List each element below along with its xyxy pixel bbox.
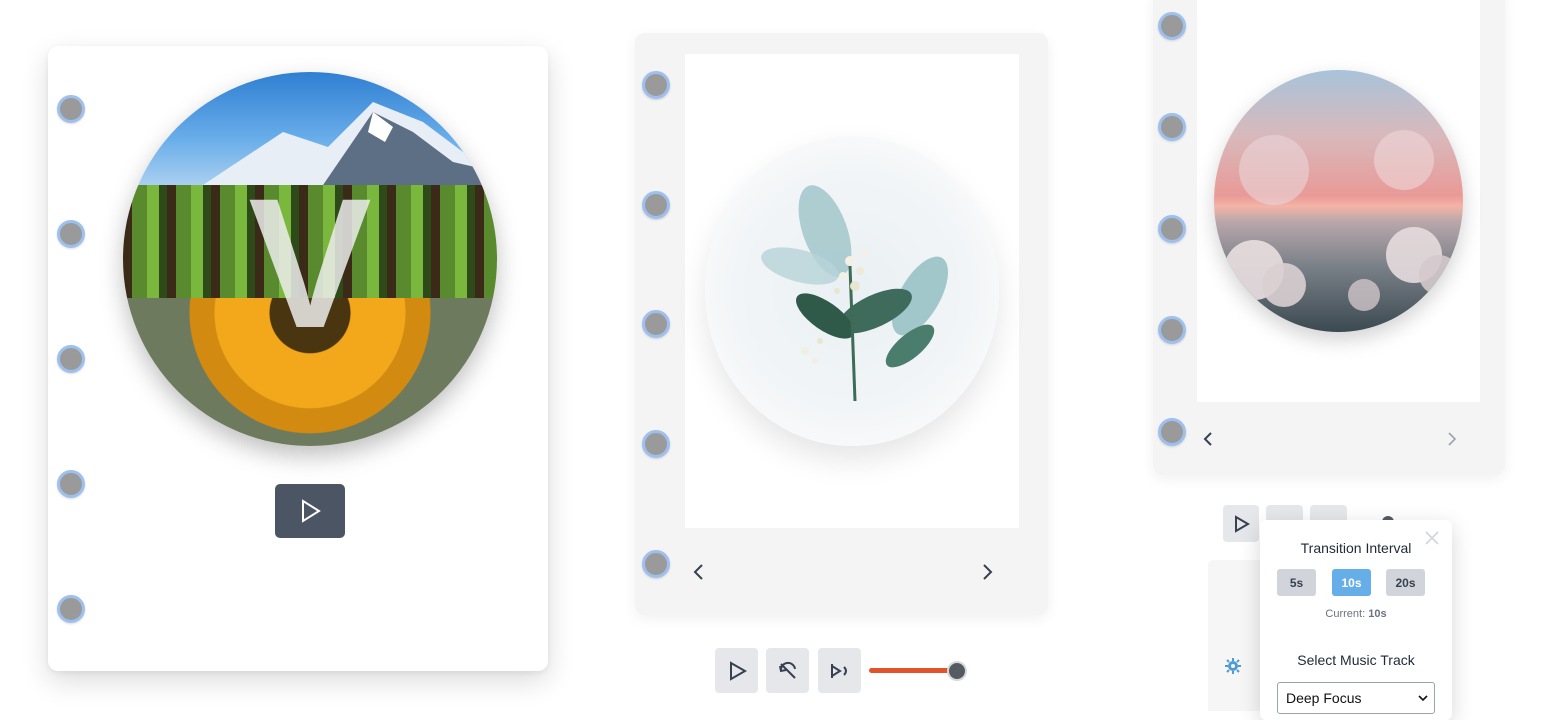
settings-button[interactable] xyxy=(1224,657,1242,680)
binder-ring xyxy=(57,595,85,623)
interval-option-5s[interactable]: 5s xyxy=(1277,569,1316,596)
chevron-right-icon xyxy=(1448,432,1457,446)
clouds-image xyxy=(1214,70,1463,332)
binder-ring xyxy=(57,220,85,248)
binder-ring xyxy=(642,191,670,219)
repeat-toggle-button[interactable] xyxy=(766,648,809,693)
photo-frame xyxy=(685,54,1019,528)
bouquet-image xyxy=(705,136,999,446)
current-interval-label: Current: xyxy=(1325,608,1366,620)
play-button[interactable] xyxy=(715,648,758,693)
binder-ring xyxy=(57,470,85,498)
monogram-letter: V xyxy=(248,161,372,367)
volume-slider-track[interactable] xyxy=(869,668,957,673)
current-interval: Current: 10s xyxy=(1260,608,1452,620)
binder-ring xyxy=(642,430,670,458)
shuffle-button[interactable] xyxy=(818,648,861,693)
previous-slide-button[interactable] xyxy=(1201,431,1215,452)
binder-ring xyxy=(1158,418,1186,446)
binder-ring xyxy=(1158,12,1186,40)
binder-ring xyxy=(642,550,670,578)
slideshow-card-collage: V xyxy=(48,46,548,671)
interval-option-10s[interactable]: 10s xyxy=(1332,569,1371,596)
chevron-left-icon xyxy=(1203,432,1212,446)
play-button[interactable] xyxy=(1223,505,1259,542)
play-button[interactable] xyxy=(275,484,345,538)
interval-option-20s[interactable]: 20s xyxy=(1386,569,1425,596)
repeat-off-icon xyxy=(778,661,796,679)
play-icon xyxy=(729,660,747,681)
chevron-left-icon xyxy=(693,564,703,580)
slideshow-card-bouquet xyxy=(635,33,1048,615)
binder-ring xyxy=(642,310,670,338)
binder-ring xyxy=(1158,215,1186,243)
gear-icon xyxy=(1225,658,1241,674)
previous-slide-button[interactable] xyxy=(691,563,707,586)
shuffle-icon xyxy=(830,663,847,678)
volume-slider-thumb[interactable] xyxy=(947,661,967,681)
next-slide-button[interactable] xyxy=(1445,431,1459,452)
selected-track: Deep Focus xyxy=(1286,690,1362,706)
slideshow-card-clouds xyxy=(1153,0,1505,475)
binder-ring xyxy=(1158,113,1186,141)
music-track-select[interactable]: Deep Focus xyxy=(1277,682,1435,714)
binder-ring xyxy=(642,71,670,99)
chevron-right-icon xyxy=(983,564,993,580)
photo-frame xyxy=(1197,0,1480,402)
current-interval-value: 10s xyxy=(1368,608,1387,620)
next-slide-button[interactable] xyxy=(979,563,995,586)
collage-image: V xyxy=(123,72,497,446)
play-icon xyxy=(302,499,321,523)
chevron-down-icon xyxy=(1418,695,1428,702)
binder-ring xyxy=(1158,316,1186,344)
music-title: Select Music Track xyxy=(1297,652,1415,668)
play-icon xyxy=(1235,514,1250,533)
binder-ring xyxy=(57,95,85,123)
interval-title: Transition Interval xyxy=(1300,540,1412,556)
binder-ring xyxy=(57,345,85,373)
settings-popover: Transition Interval 5s 10s 20s Current: … xyxy=(1260,520,1452,720)
